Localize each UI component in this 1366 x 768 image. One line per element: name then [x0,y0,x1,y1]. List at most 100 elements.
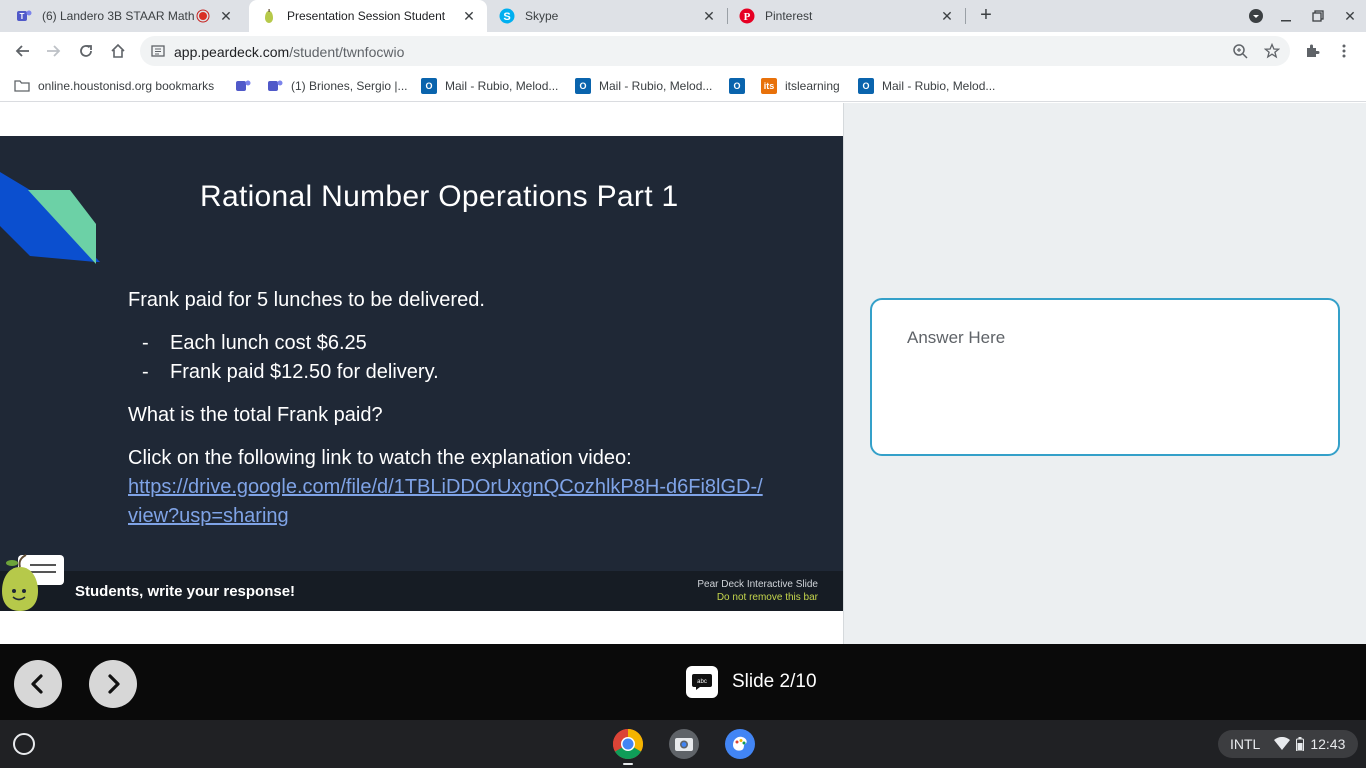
bullet-text: Each lunch cost $6.25 [170,332,367,354]
outlook-icon: O [858,78,874,94]
close-icon[interactable]: ✕ [701,8,717,24]
address-bar[interactable]: app.peardeck.com/student/twnfocwio [140,36,1290,66]
close-icon[interactable]: ✕ [939,8,955,24]
slide: Rational Number Operations Part 1 Frank … [0,136,843,611]
pinterest-icon: P [739,8,755,24]
bookmark-briones[interactable]: (1) Briones, Sergio |... [267,76,408,96]
site-info-icon[interactable] [150,43,166,59]
battery-icon [1296,737,1305,751]
tab-peardeck[interactable]: Presentation Session Student ✕ [249,0,487,32]
tab-title: Presentation Session Student [287,9,446,23]
star-icon[interactable] [1264,43,1280,59]
tab-search-icon[interactable] [1246,6,1266,26]
svg-text:abc: abc [697,679,707,685]
home-icon[interactable] [106,39,130,63]
url-text: app.peardeck.com/student/twnfocwio [174,44,404,60]
launcher-button[interactable] [13,733,35,755]
teams-icon [267,78,283,94]
active-app-indicator [623,763,633,765]
svg-text:T: T [20,12,25,21]
bullet-text: Frank paid $12.50 for delivery. [170,361,439,383]
bookmark-label: Mail - Rubio, Melod... [882,79,996,93]
url-path: /student/twnfocwio [289,44,405,60]
slide-counter: abc Slide 2/10 [686,666,817,698]
browser-toolbar: app.peardeck.com/student/twnfocwio [0,32,1366,70]
forward-icon[interactable] [42,39,66,63]
minimize-icon[interactable] [1276,6,1296,26]
outlook-icon: O [729,78,745,94]
slide-bullet: - Each lunch cost $6.25 [128,329,768,358]
tab-title: (6) Landero 3B STAAR Math [42,9,195,23]
bookmark-label: (1) Briones, Sergio |... [291,79,408,93]
bookmark-mail-3[interactable]: O [729,76,745,96]
os-shelf: INTL 12:43 [0,720,1366,768]
teams-icon [235,78,251,94]
clock: 12:43 [1310,736,1346,752]
close-icon[interactable]: ✕ [461,8,477,24]
maximize-icon[interactable] [1308,6,1328,26]
camera-icon[interactable] [668,728,700,760]
bookmark-label: itslearning [785,79,840,93]
reload-icon[interactable] [74,39,98,63]
peardeck-tag: Pear Deck Interactive Slide Do not remov… [697,578,818,604]
pear-mascot-icon [2,554,64,611]
slide-counter-text: Slide 2/10 [732,671,817,692]
chevron-right-icon [108,674,120,694]
bookmark-houstonisd[interactable]: online.houstonisd.org bookmarks [14,76,214,96]
slide-intro: Frank paid for 5 lunches to be delivered… [128,289,485,311]
outlook-icon: O [575,78,591,94]
slide-title: Rational Number Operations Part 1 [200,180,679,213]
peardeck-tag-line: Pear Deck Interactive Slide [697,579,818,590]
response-prompt: Students, write your response! [75,583,296,600]
status-tray[interactable]: INTL 12:43 [1218,730,1358,758]
tab-separator [965,8,966,24]
answer-input[interactable]: Answer Here [870,298,1340,456]
teams-icon: T [16,8,32,24]
tab-title: Pinterest [765,9,813,23]
svg-text:S: S [503,11,510,23]
slide-link-prompt: Click on the following link to watch the… [128,447,632,469]
next-slide-button[interactable] [89,660,137,708]
bookmark-label: online.houstonisd.org bookmarks [38,79,215,93]
close-window-icon[interactable]: ✕ [1340,6,1360,26]
svg-text:P: P [744,11,751,23]
canvas-app-icon[interactable] [724,728,756,760]
tab-skype[interactable]: S Skype ✕ [487,0,727,32]
menu-icon[interactable] [1332,39,1356,63]
url-host: app.peardeck.com [174,44,290,60]
slide-nav-bar: abc Slide 2/10 [0,644,1366,720]
chevron-left-icon [31,674,43,694]
tab-title: Skype [525,9,559,23]
bookmark-itslearning[interactable]: its itslearning [761,76,840,96]
wifi-icon [1274,737,1291,751]
bookmark-mail-1[interactable]: O Mail - Rubio, Melod... [421,76,558,96]
previous-slide-button[interactable] [14,660,62,708]
input-locale: INTL [1230,736,1261,752]
outlook-icon: O [421,78,437,94]
slide-body: Frank paid for 5 lunches to be delivered… [128,286,768,531]
bookmark-mail-2[interactable]: O Mail - Rubio, Melod... [575,76,712,96]
bookmark-mail-4[interactable]: O Mail - Rubio, Melod... [858,76,995,96]
text-response-icon: abc [686,666,718,698]
itslearning-icon: its [761,78,777,94]
bookmark-teams[interactable] [235,76,251,96]
explanation-video-link[interactable]: https://drive.google.com/file/d/1TBLiDDO… [128,473,768,531]
close-icon[interactable]: ✕ [218,8,234,24]
tab-teams[interactable]: T (6) Landero 3B STAAR Math ✕ [4,0,244,32]
tab-strip: T (6) Landero 3B STAAR Math ✕ Presentati… [0,0,1366,32]
answer-placeholder: Answer Here [907,328,1006,347]
recording-icon [196,9,210,23]
chrome-icon[interactable] [612,728,644,760]
extensions-icon[interactable] [1300,39,1324,63]
slide-bullet: - Frank paid $12.50 for delivery. [128,358,768,387]
folder-icon [14,78,30,94]
new-tab-button[interactable]: + [976,5,996,26]
slide-decoration [0,172,100,264]
back-icon[interactable] [10,39,34,63]
bookmark-label: Mail - Rubio, Melod... [445,79,559,93]
peardeck-response-bar: Students, write your response! Pear Deck… [0,554,843,611]
zoom-icon[interactable] [1232,43,1248,59]
peardeck-tag-warning: Do not remove this bar [716,592,818,603]
tab-pinterest[interactable]: P Pinterest ✕ [727,0,965,32]
peardeck-icon [261,8,277,24]
